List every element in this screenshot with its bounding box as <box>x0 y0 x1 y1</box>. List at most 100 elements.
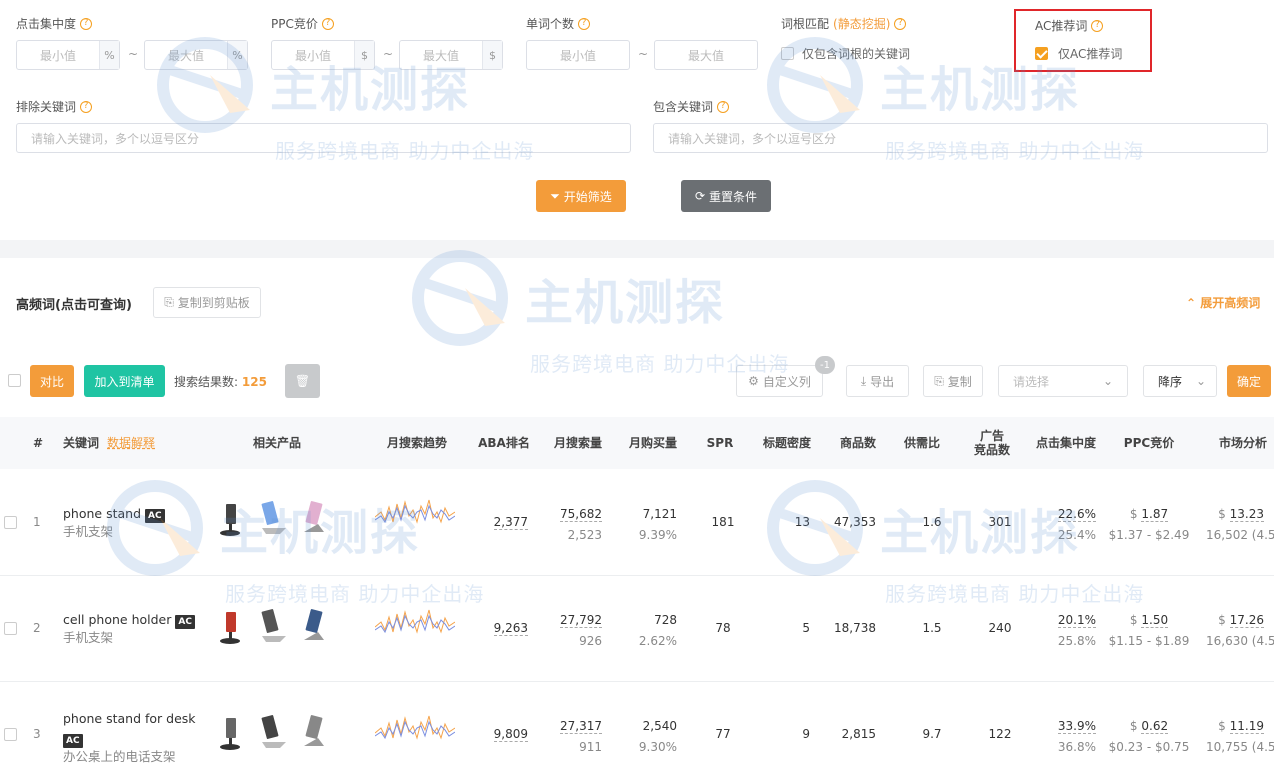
gear-icon: ⚙ <box>748 374 759 388</box>
ppc-max-input[interactable]: 最大值 $ <box>399 40 503 70</box>
help-icon[interactable]: ? <box>1091 19 1104 32</box>
spr-value: 77 <box>715 727 731 741</box>
compare-button[interactable]: 对比 <box>30 365 74 397</box>
click-concentration-max-input[interactable]: 最大值% <box>144 40 248 70</box>
trend-sparkline[interactable] <box>375 602 455 642</box>
root-match-option[interactable]: 仅包含词根的关键词 <box>781 45 910 62</box>
ppc-cell: $ 0.62 $0.23 - $0.75 <box>1108 719 1190 754</box>
col-monthly-search[interactable]: 月搜索量 <box>547 417 609 469</box>
ppc-min-input[interactable]: 最小值 $ <box>271 40 375 70</box>
delete-button[interactable]: 🗑 <box>285 364 320 398</box>
click-concentration-cell: 33.9% 36.8% <box>1057 719 1096 754</box>
keyword-cell[interactable]: phone stand AC 手机支架 <box>63 505 165 540</box>
ac-recommend-checkbox[interactable] <box>1035 47 1048 60</box>
row-checkbox[interactable] <box>4 622 17 635</box>
sort-order-dropdown[interactable]: 降序 ⌄ <box>1143 365 1217 397</box>
help-icon[interactable]: ? <box>578 17 591 30</box>
supply-demand-value: 1.5 <box>922 621 942 635</box>
custom-columns-button[interactable]: ⚙ 自定义列 <box>736 365 823 397</box>
product-thumbnail[interactable] <box>256 606 292 646</box>
row-checkbox[interactable] <box>4 516 17 529</box>
product-thumbnail[interactable] <box>296 712 332 752</box>
product-thumbnail[interactable] <box>256 498 292 538</box>
product-thumbnail[interactable] <box>296 606 332 646</box>
col-monthly-purchase[interactable]: 月购买量 <box>622 417 684 469</box>
product-thumbnail[interactable] <box>212 606 248 646</box>
table-header: # 关键词 数据解释 相关产品 月搜索趋势 ABA排名 月搜索量 月购买量 SPR… <box>0 417 1274 469</box>
click-concentration-cell: 22.6% 25.4% <box>1057 507 1096 542</box>
root-match-checkbox[interactable] <box>781 47 794 60</box>
range-separator: ~ <box>638 47 649 61</box>
col-trend: 月搜索趋势 <box>386 436 447 450</box>
root-match-label: 词根匹配 (静态挖掘)? <box>781 15 907 32</box>
help-icon[interactable]: ? <box>717 100 730 113</box>
ac-recommend-label: AC推荐词? <box>1035 17 1104 34</box>
click-concentration-min-input[interactable]: 最小值% <box>16 40 120 70</box>
col-ppc[interactable]: PPC竞价 <box>1118 417 1180 469</box>
help-icon[interactable]: ? <box>321 17 334 30</box>
keyword-cell[interactable]: phone stand for desk AC 办公桌上的电话支架 <box>63 710 196 765</box>
col-market[interactable]: 市场分析 <box>1212 417 1274 469</box>
product-thumbnail[interactable] <box>296 498 332 538</box>
select-all-checkbox[interactable] <box>8 374 21 387</box>
confirm-button[interactable]: 确定 <box>1227 365 1271 397</box>
expand-high-freq-link[interactable]: ⌃ 展开高频词 <box>1186 294 1260 311</box>
row-checkbox[interactable] <box>4 728 17 741</box>
custom-columns-badge: -1 <box>815 356 835 374</box>
data-explain-link[interactable]: 数据解释 <box>107 436 155 450</box>
trend-sparkline[interactable] <box>375 492 455 532</box>
monthly-search-cell: 75,682 2,523 <box>560 507 602 542</box>
word-count-max-input[interactable]: 最大值 <box>654 40 758 70</box>
help-icon[interactable]: ? <box>894 17 907 30</box>
col-supply-demand[interactable]: 供需比 <box>898 417 946 469</box>
keyword-translation: 手机支架 <box>63 630 114 645</box>
table-row[interactable]: 2 cell phone holder AC 手机支架 9,263 27,792… <box>0 576 1274 682</box>
word-count-min-input[interactable]: 最小值 <box>526 40 630 70</box>
col-product-count[interactable]: 商品数 <box>832 417 884 469</box>
keyword-cell[interactable]: cell phone holder AC 手机支架 <box>63 611 195 646</box>
col-aba[interactable]: ABA排名 <box>474 417 534 469</box>
product-thumbnail[interactable] <box>212 498 248 538</box>
col-title-density[interactable]: 标题密度 <box>756 417 818 469</box>
help-icon[interactable]: ? <box>80 100 93 113</box>
col-index: # <box>32 436 44 450</box>
aba-rank: 9,809 <box>493 727 528 742</box>
help-icon[interactable]: ? <box>80 17 93 30</box>
row-index: 1 <box>33 515 41 529</box>
range-separator: ~ <box>383 47 394 61</box>
col-ad-competitors[interactable]: 广告 竞品数 <box>968 417 1016 469</box>
copy-button[interactable]: ⎘ 复制 <box>923 365 983 397</box>
include-keywords-label: 包含关键词? <box>653 98 730 115</box>
exclude-keywords-input[interactable]: 请输入关键词，多个以逗号区分 <box>16 123 631 153</box>
title-density-value: 9 <box>802 727 810 741</box>
title-density-value: 5 <box>802 621 810 635</box>
ppc-cell: $ 1.50 $1.15 - $1.89 <box>1108 613 1190 648</box>
include-keywords-input[interactable]: 请输入关键词，多个以逗号区分 <box>653 123 1268 153</box>
table-row[interactable]: 1 phone stand AC 手机支架 2,377 75,682 2,523 … <box>0 470 1274 576</box>
keyword-translation: 手机支架 <box>63 524 114 539</box>
trash-icon: 🗑 <box>294 374 311 388</box>
product-count-value: 47,353 <box>834 515 876 529</box>
add-to-list-button[interactable]: 加入到清单 <box>84 365 165 397</box>
trend-sparkline[interactable] <box>375 708 455 748</box>
copy-to-clipboard-button[interactable]: ⎘ 复制到剪贴板 <box>153 287 261 318</box>
table-row[interactable]: 3 phone stand for desk AC 办公桌上的电话支架 9,809… <box>0 682 1274 772</box>
col-spr[interactable]: SPR <box>700 417 740 469</box>
product-count-value: 18,738 <box>834 621 876 635</box>
col-products: 相关产品 <box>252 436 301 450</box>
col-click-concentration[interactable]: 点击集中度 <box>1030 417 1102 469</box>
market-analysis-cell: $ 17.26 16,630 (4.5 <box>1206 613 1274 648</box>
ac-recommend-option[interactable]: 仅AC推荐词 <box>1035 45 1122 62</box>
ad-competitors-value: 240 <box>988 621 1012 635</box>
supply-demand-value: 9.7 <box>922 727 942 741</box>
start-filter-button[interactable]: ⏷ 开始筛选 <box>536 180 626 212</box>
export-button[interactable]: ⤓ 导出 <box>846 365 909 397</box>
column-select-dropdown[interactable]: 请选择 ⌄ <box>998 365 1128 397</box>
product-thumbnail[interactable] <box>212 712 248 752</box>
product-thumbnail[interactable] <box>256 712 292 752</box>
refresh-icon: ⟳ <box>694 189 706 203</box>
ac-badge: AC <box>145 509 165 523</box>
title-density-value: 13 <box>794 515 810 529</box>
col-keyword: 关键词 数据解释 <box>63 436 156 450</box>
reset-conditions-button[interactable]: ⟳ 重置条件 <box>681 180 771 212</box>
